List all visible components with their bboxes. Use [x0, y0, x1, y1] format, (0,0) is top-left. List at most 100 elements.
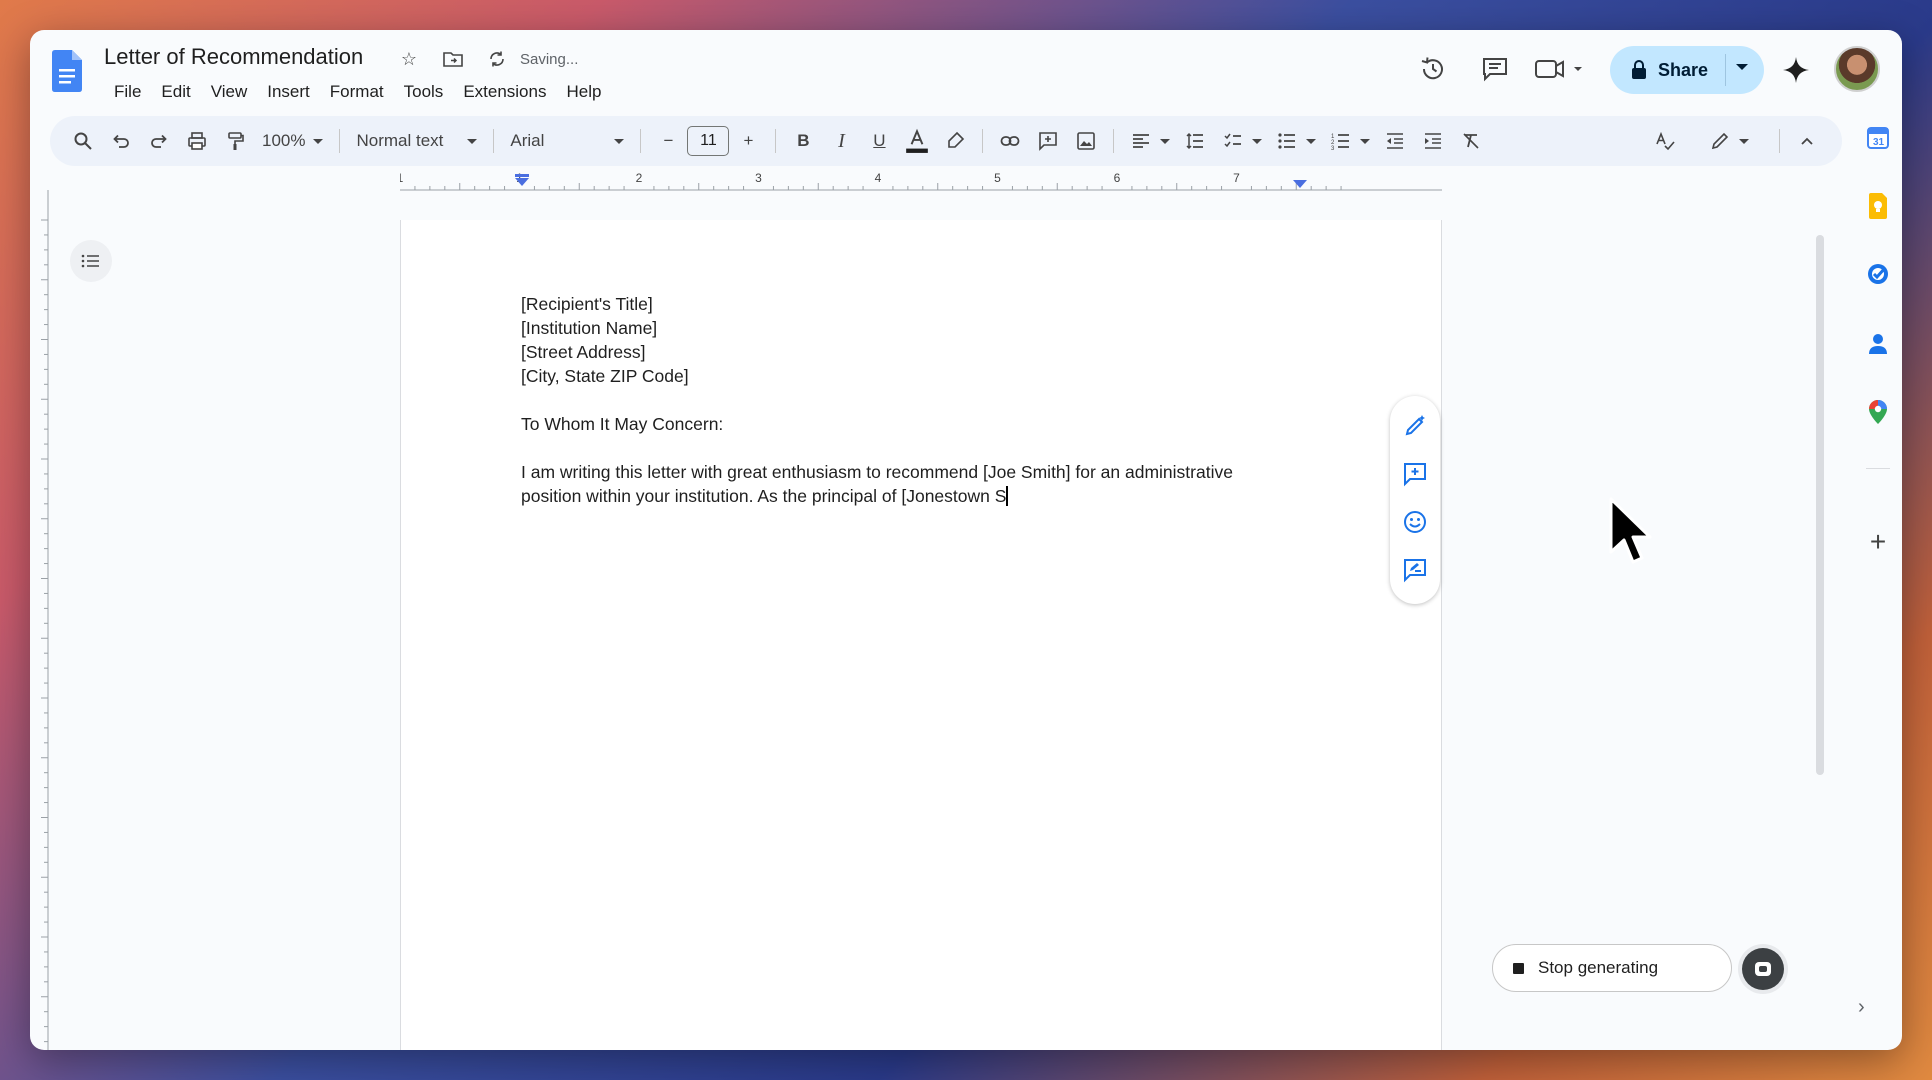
- add-comment-icon[interactable]: [1031, 124, 1065, 158]
- document-canvas: [Recipient's Title] [Institution Name] […: [30, 190, 1810, 1050]
- add-comment-icon[interactable]: [1402, 461, 1428, 492]
- star-icon[interactable]: ☆: [398, 48, 420, 70]
- menu-tools[interactable]: Tools: [394, 78, 454, 106]
- chevron-down-icon[interactable]: [1739, 138, 1749, 144]
- chevron-down-icon[interactable]: [1360, 138, 1371, 144]
- share-dropdown-icon[interactable]: [1736, 64, 1748, 70]
- search-menus-icon[interactable]: [66, 124, 100, 158]
- share-button[interactable]: Share: [1610, 46, 1764, 94]
- chevron-down-icon: [467, 138, 478, 144]
- chevron-down-icon: [313, 138, 324, 144]
- chevron-down-icon: [614, 138, 625, 144]
- zoom-select[interactable]: 100%: [254, 131, 331, 151]
- line-spacing-icon[interactable]: [1178, 124, 1212, 158]
- add-emoji-reaction-icon[interactable]: [1402, 509, 1428, 540]
- version-history-icon[interactable]: [1416, 52, 1450, 86]
- save-status: Saving...: [520, 50, 579, 68]
- floating-toolbar: [1390, 396, 1440, 604]
- contacts-icon[interactable]: [1860, 326, 1896, 362]
- chevron-down-icon[interactable]: [1160, 138, 1171, 144]
- chevron-down-icon[interactable]: [1306, 138, 1317, 144]
- spelling-check-icon[interactable]: [1648, 124, 1682, 158]
- menu-bar: File Edit View Insert Format Tools Exten…: [104, 78, 611, 106]
- redo-icon[interactable]: [142, 124, 176, 158]
- decrease-indent-icon[interactable]: [1378, 124, 1412, 158]
- add-addon-icon[interactable]: +: [1860, 524, 1896, 560]
- maps-icon[interactable]: [1860, 394, 1896, 430]
- share-label: Share: [1658, 59, 1709, 80]
- move-folder-icon[interactable]: [442, 48, 464, 70]
- mouse-pointer-icon: [1609, 497, 1652, 564]
- bold-icon[interactable]: B: [786, 124, 820, 158]
- menu-view[interactable]: View: [201, 78, 258, 106]
- text-color-icon[interactable]: [900, 124, 934, 158]
- header: Letter of Recommendation ☆ Saving... Fil…: [30, 30, 1902, 118]
- stop-generating-button[interactable]: Stop generating: [1492, 944, 1732, 992]
- editing-mode-icon[interactable]: [1703, 124, 1737, 158]
- font-value: Arial: [510, 131, 545, 150]
- document-title[interactable]: Letter of Recommendation: [104, 44, 363, 70]
- vertical-scrollbar[interactable]: [1816, 235, 1824, 775]
- docs-logo-icon[interactable]: [52, 50, 82, 92]
- address-line-institution: [Institution Name]: [521, 318, 658, 338]
- increase-indent-icon[interactable]: [1416, 124, 1450, 158]
- salutation: To Whom It May Concern:: [521, 414, 724, 434]
- svg-text:3: 3: [1331, 146, 1335, 151]
- menu-edit[interactable]: Edit: [151, 78, 200, 106]
- zoom-value: 100%: [262, 131, 306, 150]
- insert-image-icon[interactable]: [1069, 124, 1103, 158]
- hide-menus-icon[interactable]: [1790, 124, 1824, 158]
- menu-extensions[interactable]: Extensions: [453, 78, 556, 106]
- ruler-label: 5: [994, 172, 1001, 185]
- show-side-panel-icon[interactable]: ›: [1858, 996, 1865, 1019]
- paragraph-line-2: position within your institution. As the…: [521, 486, 1009, 506]
- paint-format-icon[interactable]: [218, 124, 252, 158]
- style-select[interactable]: Normal text: [348, 131, 485, 151]
- assistant-icon[interactable]: [1742, 948, 1784, 990]
- calendar-icon[interactable]: 31: [1860, 120, 1896, 156]
- decrease-font-size-icon[interactable]: −: [651, 124, 685, 158]
- insert-link-icon[interactable]: [993, 124, 1027, 158]
- address-line-street: [Street Address]: [521, 342, 646, 362]
- menu-help[interactable]: Help: [556, 78, 611, 106]
- chevron-down-icon[interactable]: [1252, 138, 1263, 144]
- ruler-label: 1: [400, 172, 404, 185]
- ruler-label: 3: [755, 172, 762, 185]
- highlight-color-icon[interactable]: [938, 124, 972, 158]
- style-value: Normal text: [356, 131, 444, 150]
- align-left-icon[interactable]: [1124, 124, 1158, 158]
- ruler-label: 6: [1114, 172, 1121, 185]
- comments-icon[interactable]: [1478, 52, 1512, 86]
- underline-icon[interactable]: U: [862, 124, 896, 158]
- text-cursor: [1006, 486, 1009, 506]
- font-size-input[interactable]: 11: [687, 126, 730, 156]
- meet-icon[interactable]: [1530, 52, 1590, 86]
- gemini-icon[interactable]: [1782, 56, 1810, 89]
- formatting-toolbar: 100% Normal text Arial − 11 + B I U 123: [50, 116, 1842, 166]
- print-icon[interactable]: [180, 124, 214, 158]
- clear-formatting-icon[interactable]: [1454, 124, 1488, 158]
- sync-icon: [486, 48, 508, 70]
- font-select[interactable]: Arial: [502, 131, 632, 151]
- numbered-list-icon[interactable]: 123: [1324, 124, 1358, 158]
- checklist-icon[interactable]: [1216, 124, 1250, 158]
- document-outline-icon[interactable]: [70, 240, 112, 282]
- italic-icon[interactable]: I: [824, 124, 858, 158]
- help-me-write-icon[interactable]: [1402, 413, 1428, 444]
- document-body[interactable]: [Recipient's Title] [Institution Name] […: [521, 292, 1281, 508]
- suggest-edits-icon[interactable]: [1402, 557, 1428, 588]
- stop-icon: [1513, 962, 1524, 974]
- ruler-label: 4: [875, 172, 882, 185]
- increase-font-size-icon[interactable]: +: [731, 124, 765, 158]
- tasks-icon[interactable]: [1860, 256, 1896, 292]
- menu-insert[interactable]: Insert: [257, 78, 320, 106]
- stop-generating-label: Stop generating: [1538, 958, 1659, 977]
- menu-format[interactable]: Format: [320, 78, 394, 106]
- address-line-city: [City, State ZIP Code]: [521, 366, 689, 386]
- menu-file[interactable]: File: [104, 78, 151, 106]
- svg-text:31: 31: [1873, 137, 1885, 148]
- bulleted-list-icon[interactable]: [1270, 124, 1304, 158]
- undo-icon[interactable]: [104, 124, 138, 158]
- document-page[interactable]: [Recipient's Title] [Institution Name] […: [400, 220, 1442, 1050]
- keep-icon[interactable]: [1860, 188, 1896, 224]
